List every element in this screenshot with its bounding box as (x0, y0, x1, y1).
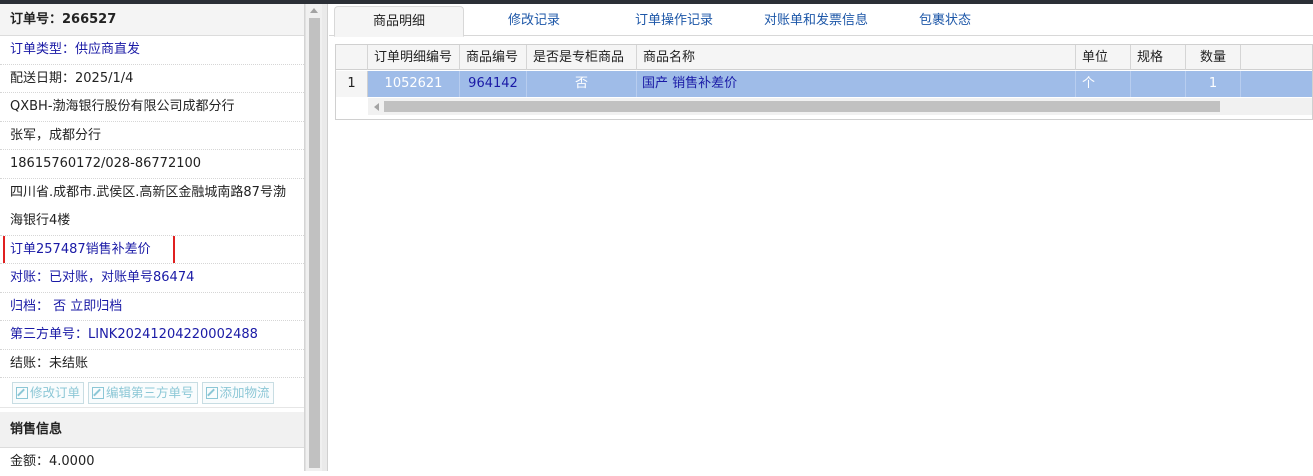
cell-product-id[interactable]: 964142 (460, 71, 527, 97)
cell-product-name[interactable]: 国产 销售补差价 (637, 71, 1076, 97)
edit-order-label: 修改订单 (30, 385, 81, 400)
contact-phone: 18615760172/028-86772100 (0, 150, 304, 179)
grid-horizontal-scrollbar[interactable] (368, 98, 1312, 115)
edit-third-party-button[interactable]: 编辑第三方单号 (88, 382, 198, 404)
order-info-panel: 订单号：266527 订单类型：供应商直发 配送日期：2025/1/4 QXBH… (0, 4, 305, 471)
edit-icon (16, 387, 28, 399)
cell-price (1241, 71, 1312, 97)
cell-is-counter: 否 (527, 71, 637, 97)
scroll-left-arrow-icon[interactable] (374, 103, 379, 111)
scroll-up-arrow-icon[interactable] (310, 8, 318, 13)
horizontal-scrollbar-thumb[interactable] (384, 101, 1220, 112)
detail-panel: 商品明细 修改记录 订单操作记录 对账单和发票信息 包裹状态 订单明细编号 商品… (329, 4, 1313, 471)
settlement-status: 结账：未结账 (0, 350, 304, 378)
scrollbar-thumb[interactable] (309, 18, 320, 468)
delivery-address: 四川省.成都市.武侯区.高新区金融城南路87号渤海银行4楼 (0, 179, 304, 236)
order-number-title: 订单号：266527 (0, 4, 304, 36)
reconciliation-status[interactable]: 对账：已对账，对账单号86474 (0, 264, 304, 293)
add-logistics-button[interactable]: 添加物流 (201, 382, 274, 404)
header-product-id[interactable]: 商品编号 (460, 45, 527, 70)
header-price[interactable]: 单价 (1241, 45, 1312, 70)
grid-header: 订单明细编号 商品编号 是否是专柜商品 商品名称 单位 规格 数量 单价 (336, 45, 1312, 70)
header-unit[interactable]: 单位 (1076, 45, 1131, 70)
add-logistics-label: 添加物流 (219, 385, 270, 400)
sales-info-section-title: 销售信息 (0, 412, 304, 448)
delivery-date: 配送日期：2025/1/4 (0, 65, 304, 93)
detail-tabs: 商品明细 修改记录 订单操作记录 对账单和发票信息 包裹状态 (329, 4, 1313, 37)
sales-amount: 金额：4.0000 (10, 454, 95, 469)
edit-order-button[interactable]: 修改订单 (12, 382, 85, 404)
edit-icon (205, 387, 218, 399)
edit-third-party-label: 编辑第三方单号 (106, 385, 194, 400)
header-quantity[interactable]: 数量 (1186, 45, 1241, 70)
header-rownum (336, 45, 368, 70)
header-is-counter[interactable]: 是否是专柜商品 (527, 45, 637, 70)
header-detail-id[interactable]: 订单明细编号 (368, 45, 460, 70)
order-action-buttons: 修改订单 编辑第三方单号 添加物流 (0, 378, 304, 408)
archive-status[interactable]: 归档： 否 立即归档 (0, 293, 304, 321)
cell-quantity: 1 (1186, 71, 1241, 97)
cell-unit: 个 (1076, 71, 1131, 97)
header-spec[interactable]: 规格 (1131, 45, 1186, 70)
panel-splitter[interactable] (322, 4, 328, 471)
left-panel-scrollbar[interactable] (305, 4, 322, 471)
third-party-order-number: 第三方单号：LINK20241204220002488 (0, 321, 304, 350)
customer-company: QXBH-渤海银行股份有限公司成都分行 (0, 93, 304, 122)
contact-name: 张军，成都分行 (0, 122, 304, 150)
product-grid: 订单明细编号 商品编号 是否是专柜商品 商品名称 单位 规格 数量 单价 1 1… (335, 44, 1313, 120)
order-remark: 订单257487销售补差价 (0, 235, 304, 264)
header-product-name[interactable]: 商品名称 (637, 45, 1076, 70)
edit-icon (92, 387, 105, 399)
tab-package-status[interactable]: 包裹状态 (895, 6, 995, 37)
tab-order-operation-log[interactable]: 订单操作记录 (604, 6, 744, 37)
table-row[interactable]: 1052621 964142 否 国产 销售补差价 个 1 (336, 71, 1312, 97)
cell-detail-id: 1052621 (368, 71, 460, 97)
order-type: 订单类型：供应商直发 (0, 36, 304, 65)
cell-spec (1131, 71, 1186, 97)
tab-reconciliation-invoice[interactable]: 对账单和发票信息 (741, 6, 891, 37)
tab-change-log[interactable]: 修改记录 (474, 6, 594, 37)
tab-product-details[interactable]: 商品明细 (334, 6, 464, 37)
